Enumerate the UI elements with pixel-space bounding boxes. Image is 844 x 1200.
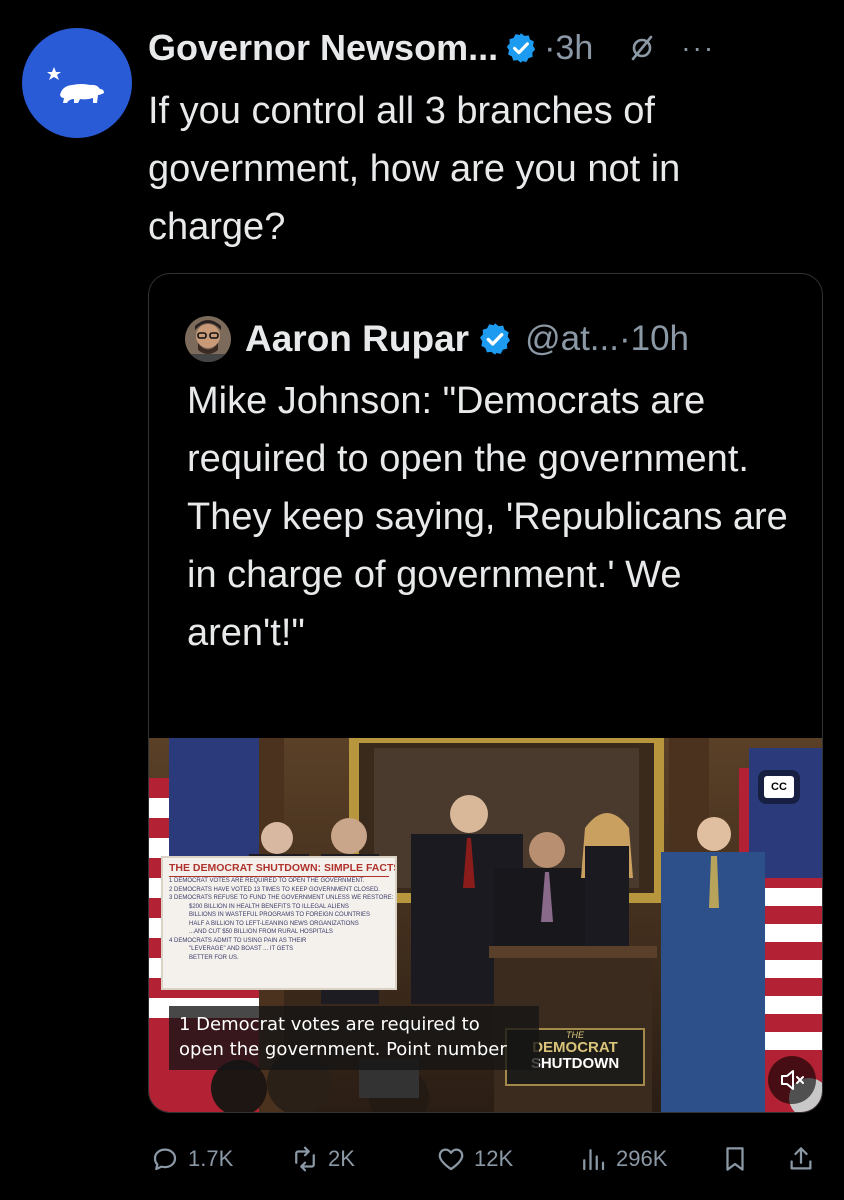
repost-button[interactable]: 2K bbox=[290, 1138, 355, 1180]
poster-line: 2 DEMOCRATS HAVE VOTED 13 TIMES TO KEEP … bbox=[169, 886, 380, 893]
reply-icon bbox=[153, 1148, 177, 1171]
quoted-author-handle-time[interactable]: @at...·10h bbox=[525, 319, 689, 359]
reply-button[interactable]: 1.7K bbox=[150, 1138, 233, 1180]
action-bar: 1.7K 2K 12K 296K bbox=[150, 1138, 828, 1180]
video-player[interactable]: THE DEMOCRAT SHUTDOWN: SIMPLE FACTS 1 DE… bbox=[149, 738, 822, 1112]
bookmark-icon bbox=[726, 1147, 744, 1171]
poster-line: ...AND CUT $50 BILLION FROM RURAL HOSPIT… bbox=[189, 929, 333, 935]
more-options-icon[interactable]: ··· bbox=[681, 32, 715, 64]
quoted-post-header: Aaron Rupar @at...·10h bbox=[185, 316, 689, 362]
grok-icon[interactable] bbox=[627, 33, 657, 63]
poster-line: "LEVERAGE" AND BOAST ... IT GETS bbox=[189, 946, 294, 952]
views-chart-icon bbox=[583, 1149, 605, 1171]
repost-count: 2K bbox=[328, 1146, 355, 1171]
quoted-author-photo-icon bbox=[185, 316, 231, 362]
quoted-author-name[interactable]: Aaron Rupar bbox=[245, 318, 469, 360]
post-text: If you control all 3 branches of governm… bbox=[148, 90, 681, 248]
views-button[interactable]: 296K bbox=[578, 1138, 667, 1180]
mute-button[interactable] bbox=[768, 1056, 816, 1104]
poster-title: THE DEMOCRAT SHUTDOWN: SIMPLE FACTS bbox=[169, 862, 395, 877]
quoted-post-text: Mike Johnson: "Democrats are required to… bbox=[187, 380, 788, 654]
speaker-muted-icon bbox=[781, 1070, 804, 1090]
share-button[interactable] bbox=[786, 1138, 816, 1180]
poster-line: 1 DEMOCRAT VOTES ARE REQUIRED TO OPEN TH… bbox=[169, 878, 365, 884]
quoted-post[interactable]: Aaron Rupar @at...·10h Mike Johnson: "De… bbox=[148, 273, 823, 1113]
shutdown-facts-poster: THE DEMOCRAT SHUTDOWN: SIMPLE FACTS 1 DE… bbox=[161, 856, 397, 990]
verified-badge-icon bbox=[506, 33, 536, 63]
poster-line: $200 BILLION IN HEALTH BENEFITS TO ILLEG… bbox=[189, 903, 349, 910]
quoted-author-avatar[interactable] bbox=[185, 316, 231, 362]
share-icon bbox=[790, 1147, 812, 1170]
bookmark-button[interactable] bbox=[720, 1138, 750, 1180]
closed-captions-button[interactable]: CC bbox=[764, 776, 794, 798]
poster-line: BILLIONS IN WASTEFUL PROGRAMS TO FOREIGN… bbox=[189, 912, 371, 918]
author-name[interactable]: Governor Newsom... bbox=[148, 27, 498, 69]
author-avatar[interactable] bbox=[22, 28, 132, 138]
poster-line: 4 DEMOCRATS ADMIT TO USING PAIN AS THEIR bbox=[169, 937, 307, 944]
reply-count: 1.7K bbox=[188, 1146, 234, 1171]
post-time[interactable]: ·3h bbox=[544, 29, 593, 68]
poster-line: 3 DEMOCRATS REFUSE TO FUND THE GOVERNMEN… bbox=[169, 895, 394, 901]
video-caption: 1 Democrat votes are required to open th… bbox=[169, 1006, 539, 1070]
views-count: 296K bbox=[616, 1146, 668, 1171]
verified-badge-icon bbox=[480, 323, 511, 355]
poster-line: HALF A BILLION TO LEFT-LEANING NEWS ORGA… bbox=[189, 920, 359, 927]
post-header: Governor Newsom... ·3h ··· bbox=[148, 20, 826, 76]
like-button[interactable]: 12K bbox=[436, 1138, 513, 1180]
repost-icon bbox=[295, 1146, 315, 1172]
heart-icon bbox=[438, 1148, 464, 1171]
like-count: 12K bbox=[474, 1146, 514, 1171]
poster-line: BETTER FOR US. bbox=[189, 954, 239, 961]
california-bear-icon bbox=[47, 67, 104, 103]
